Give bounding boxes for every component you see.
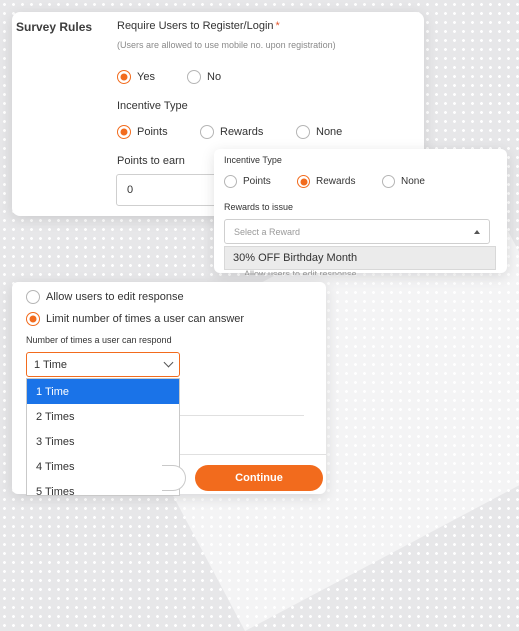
- reward-select-placeholder: Select a Reward: [234, 226, 301, 237]
- radio-rewards-icon[interactable]: [200, 125, 214, 139]
- reward-select[interactable]: Select a Reward: [224, 219, 490, 244]
- radio-rewards-label: Rewards: [220, 126, 264, 138]
- radio-edit-response-icon[interactable]: [26, 290, 40, 304]
- radio-limit-answers-label: Limit number of times a user can answer: [46, 313, 245, 325]
- radio-points-icon[interactable]: [224, 175, 237, 188]
- section-title: Survey Rules: [16, 20, 93, 34]
- radio-rewards-selected-icon[interactable]: [297, 175, 310, 188]
- radio-edit-response[interactable]: Allow users to edit response: [26, 290, 184, 304]
- radio-rewards-label: Rewards: [316, 176, 356, 187]
- back-button[interactable]: [162, 465, 186, 491]
- times-option[interactable]: 1 Time: [27, 379, 179, 404]
- radio-yes-label: Yes: [137, 71, 155, 83]
- times-option[interactable]: 3 Times: [27, 429, 179, 454]
- chevron-down-icon: [163, 357, 174, 368]
- incentive-type-label: Incentive Type: [224, 155, 282, 165]
- times-option[interactable]: 2 Times: [27, 404, 179, 429]
- radio-points-selected-icon[interactable]: [117, 125, 131, 139]
- times-option[interactable]: 5 Times: [27, 479, 179, 496]
- continue-button[interactable]: Continue: [195, 465, 323, 491]
- radio-points-label: Points: [243, 176, 271, 187]
- radio-none[interactable]: None: [296, 125, 342, 139]
- radio-rewards[interactable]: Rewards: [200, 125, 263, 139]
- points-value: 0: [127, 184, 134, 196]
- radio-yes-selected-icon[interactable]: [117, 70, 131, 84]
- times-select-value: 1 Time: [34, 358, 68, 371]
- reward-option-label: 30% OFF Birthday Month: [233, 252, 358, 264]
- required-mark: *: [275, 20, 280, 32]
- radio-points[interactable]: Points: [224, 175, 271, 188]
- radio-none-icon[interactable]: [296, 125, 310, 139]
- rewards-to-issue-label: Rewards to issue: [224, 202, 294, 212]
- radio-none-label: None: [401, 176, 425, 187]
- radio-none-label: None: [316, 126, 343, 138]
- times-dropdown-list: 1 Time 2 Times 3 Times 4 Times 5 Times: [26, 378, 180, 496]
- require-login-text: Require Users to Register/Login: [117, 20, 274, 32]
- radio-no-label: No: [207, 71, 222, 83]
- caret-up-icon: [474, 229, 480, 234]
- divider: [180, 415, 304, 416]
- divider: [180, 454, 326, 455]
- radio-limit-answers-selected-icon[interactable]: [26, 312, 40, 326]
- points-to-earn-label: Points to earn: [117, 155, 185, 167]
- reward-panel-card: Incentive Type Points Rewards None Rewar…: [214, 149, 507, 275]
- times-option[interactable]: 4 Times: [27, 454, 179, 479]
- times-label: Number of times a user can respond: [26, 335, 172, 345]
- radio-points-label: Points: [137, 126, 168, 138]
- require-login-label: Require Users to Register/Login *: [117, 20, 280, 32]
- radio-none[interactable]: None: [382, 175, 425, 188]
- radio-no-icon[interactable]: [187, 70, 201, 84]
- radio-yes[interactable]: Yes: [117, 70, 155, 84]
- radio-no[interactable]: No: [187, 70, 221, 84]
- response-panel-card: Allow users to edit response Limit numbe…: [12, 282, 326, 496]
- times-select[interactable]: 1 Time: [26, 352, 180, 377]
- require-login-hint: (Users are allowed to use mobile no. upo…: [117, 40, 336, 50]
- radio-edit-response-label: Allow users to edit response: [46, 291, 184, 303]
- radio-limit-answers[interactable]: Limit number of times a user can answer: [26, 312, 244, 326]
- radio-none-icon[interactable]: [382, 175, 395, 188]
- radio-points[interactable]: Points: [117, 125, 168, 139]
- radio-rewards[interactable]: Rewards: [297, 175, 355, 188]
- partial-hidden-text: Allow users to edit response: [244, 270, 357, 275]
- incentive-type-label: Incentive Type: [117, 100, 188, 112]
- reward-option[interactable]: 30% OFF Birthday Month: [224, 246, 496, 270]
